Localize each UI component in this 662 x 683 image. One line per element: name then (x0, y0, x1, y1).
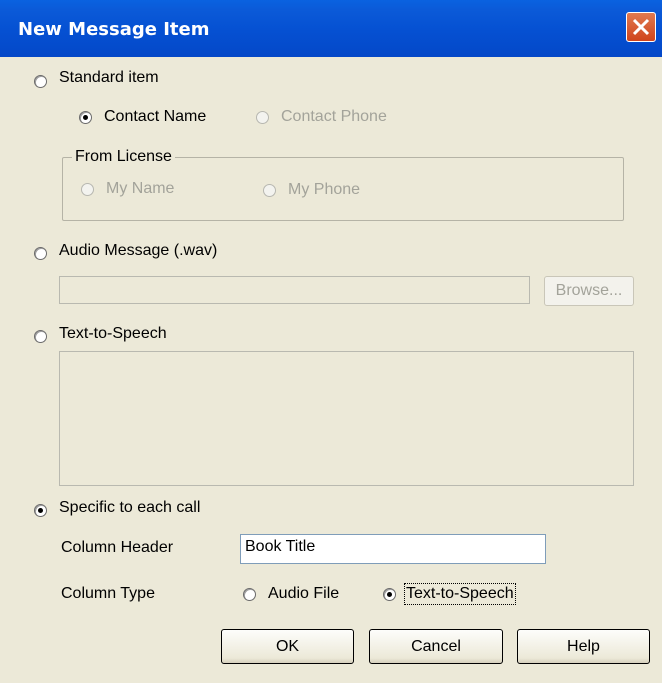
specific-to-each-call-label: Specific to each call (59, 499, 201, 516)
standard-item-radio[interactable] (34, 75, 47, 88)
text-to-speech-radio[interactable] (34, 330, 47, 343)
audio-file-label: Audio File (268, 585, 340, 602)
standard-item-label: Standard item (59, 69, 159, 86)
browse-button[interactable]: Browse... (544, 276, 634, 306)
column-type-label: Column Type (61, 585, 155, 602)
from-license-legend: From License (72, 148, 175, 166)
my-name-label: My Name (106, 180, 175, 197)
audio-file-input[interactable] (59, 276, 530, 304)
audio-message-radio[interactable] (34, 247, 47, 260)
window-title: New Message Item (18, 19, 210, 40)
contact-name-radio[interactable] (79, 111, 92, 124)
cancel-button[interactable]: Cancel (369, 629, 503, 664)
dialog-window: New Message Item Standard item Contact N… (0, 0, 662, 683)
help-button[interactable]: Help (517, 629, 650, 664)
column-type-tts-label: Text-to-Speech (404, 583, 516, 605)
column-header-value: Book Title (245, 538, 316, 555)
my-phone-label: My Phone (288, 181, 361, 198)
close-button[interactable] (626, 12, 656, 42)
my-name-radio[interactable] (81, 183, 94, 196)
title-bar[interactable]: New Message Item (0, 0, 662, 57)
my-phone-radio[interactable] (263, 184, 276, 197)
audio-message-label: Audio Message (.wav) (59, 242, 218, 259)
contact-name-label: Contact Name (104, 108, 207, 125)
contact-phone-label: Contact Phone (281, 108, 387, 125)
close-icon (632, 18, 650, 36)
column-type-tts-radio[interactable] (383, 588, 396, 601)
column-header-label: Column Header (61, 539, 174, 556)
specific-to-each-call-radio[interactable] (34, 504, 47, 517)
contact-phone-radio[interactable] (256, 111, 269, 124)
ok-button[interactable]: OK (221, 629, 354, 664)
text-to-speech-textarea[interactable] (59, 351, 634, 486)
audio-file-radio[interactable] (243, 588, 256, 601)
text-to-speech-label: Text-to-Speech (59, 325, 167, 342)
column-header-input[interactable]: Book Title (240, 534, 546, 564)
